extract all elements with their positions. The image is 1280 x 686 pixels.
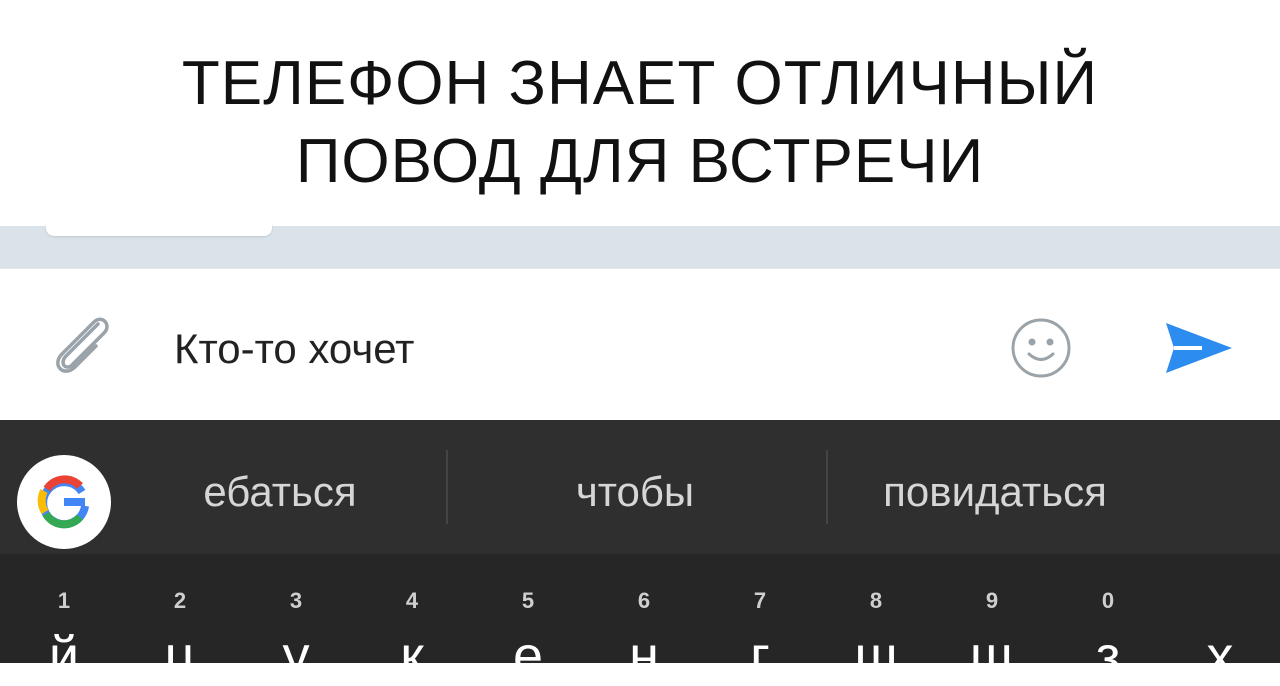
- key-8[interactable]: 8 ш: [818, 554, 934, 686]
- key-5[interactable]: 5 е: [470, 554, 586, 686]
- key-number-hint: 0: [1101, 588, 1115, 613]
- key-letter: у: [282, 626, 310, 686]
- key-1[interactable]: 1 й: [6, 554, 122, 686]
- message-input[interactable]: Кто-то хочет: [174, 324, 414, 374]
- key-9[interactable]: 9 щ: [934, 554, 1050, 686]
- key-letter: й: [48, 626, 80, 686]
- suggestion-divider: [826, 450, 828, 524]
- key-number-hint: 7: [753, 588, 767, 613]
- message-composer: Кто-то хочет: [0, 268, 1280, 421]
- smiley-icon[interactable]: [1008, 315, 1074, 381]
- key-number-hint: 8: [869, 588, 883, 613]
- key-10[interactable]: 0 з: [1050, 554, 1166, 686]
- key-letter: ш: [854, 626, 898, 686]
- key-number-hint: 9: [985, 588, 999, 613]
- caption-line-2: ПОВОД ДЛЯ ВСТРЕЧИ: [295, 127, 985, 196]
- key-4[interactable]: 4 к: [354, 554, 470, 686]
- key-letter: г: [750, 626, 770, 686]
- key-letter: щ: [969, 626, 1015, 686]
- suggestion-divider: [446, 450, 448, 524]
- key-7[interactable]: 7 г: [702, 554, 818, 686]
- key-number-hint: 4: [405, 588, 419, 613]
- message-bubble: [46, 222, 272, 236]
- key-letter: е: [512, 626, 544, 686]
- meme-caption: ТЕЛЕФОН ЗНАЕТ ОТЛИЧНЫЙ ПОВОД ДЛЯ ВСТРЕЧИ: [0, 0, 1280, 228]
- keyboard: 1 й 2 ц 3 у 4 к 5 е 6 н 7 г 8 ш 9 щ 0 з …: [0, 554, 1280, 686]
- paperclip-icon[interactable]: [46, 308, 116, 380]
- suggestion-1[interactable]: ебаться: [150, 466, 410, 518]
- send-arrow-icon[interactable]: [1162, 319, 1236, 377]
- key-number-hint: 5: [521, 588, 535, 613]
- suggestion-3[interactable]: повидаться: [830, 466, 1160, 518]
- key-letter: н: [629, 626, 659, 686]
- key-letter: к: [400, 626, 424, 686]
- key-number-hint: 6: [637, 588, 651, 613]
- google-g-icon[interactable]: [16, 454, 112, 550]
- suggestion-2[interactable]: чтобы: [470, 466, 800, 518]
- key-2[interactable]: 2 ц: [122, 554, 238, 686]
- key-number-hint: 2: [173, 588, 187, 613]
- key-letter: з: [1095, 626, 1121, 686]
- key-letter: х: [1206, 626, 1234, 686]
- key-3[interactable]: 3 у: [238, 554, 354, 686]
- caption-line-1: ТЕЛЕФОН ЗНАЕТ ОТЛИЧНЫЙ: [181, 49, 1099, 118]
- suggestion-strip: ебаться чтобы повидаться: [0, 420, 1280, 554]
- key-number-hint: 3: [289, 588, 303, 613]
- key-6[interactable]: 6 н: [586, 554, 702, 686]
- key-letter: ц: [164, 626, 196, 686]
- key-11[interactable]: х: [1162, 554, 1278, 686]
- key-number-hint: 1: [57, 588, 71, 613]
